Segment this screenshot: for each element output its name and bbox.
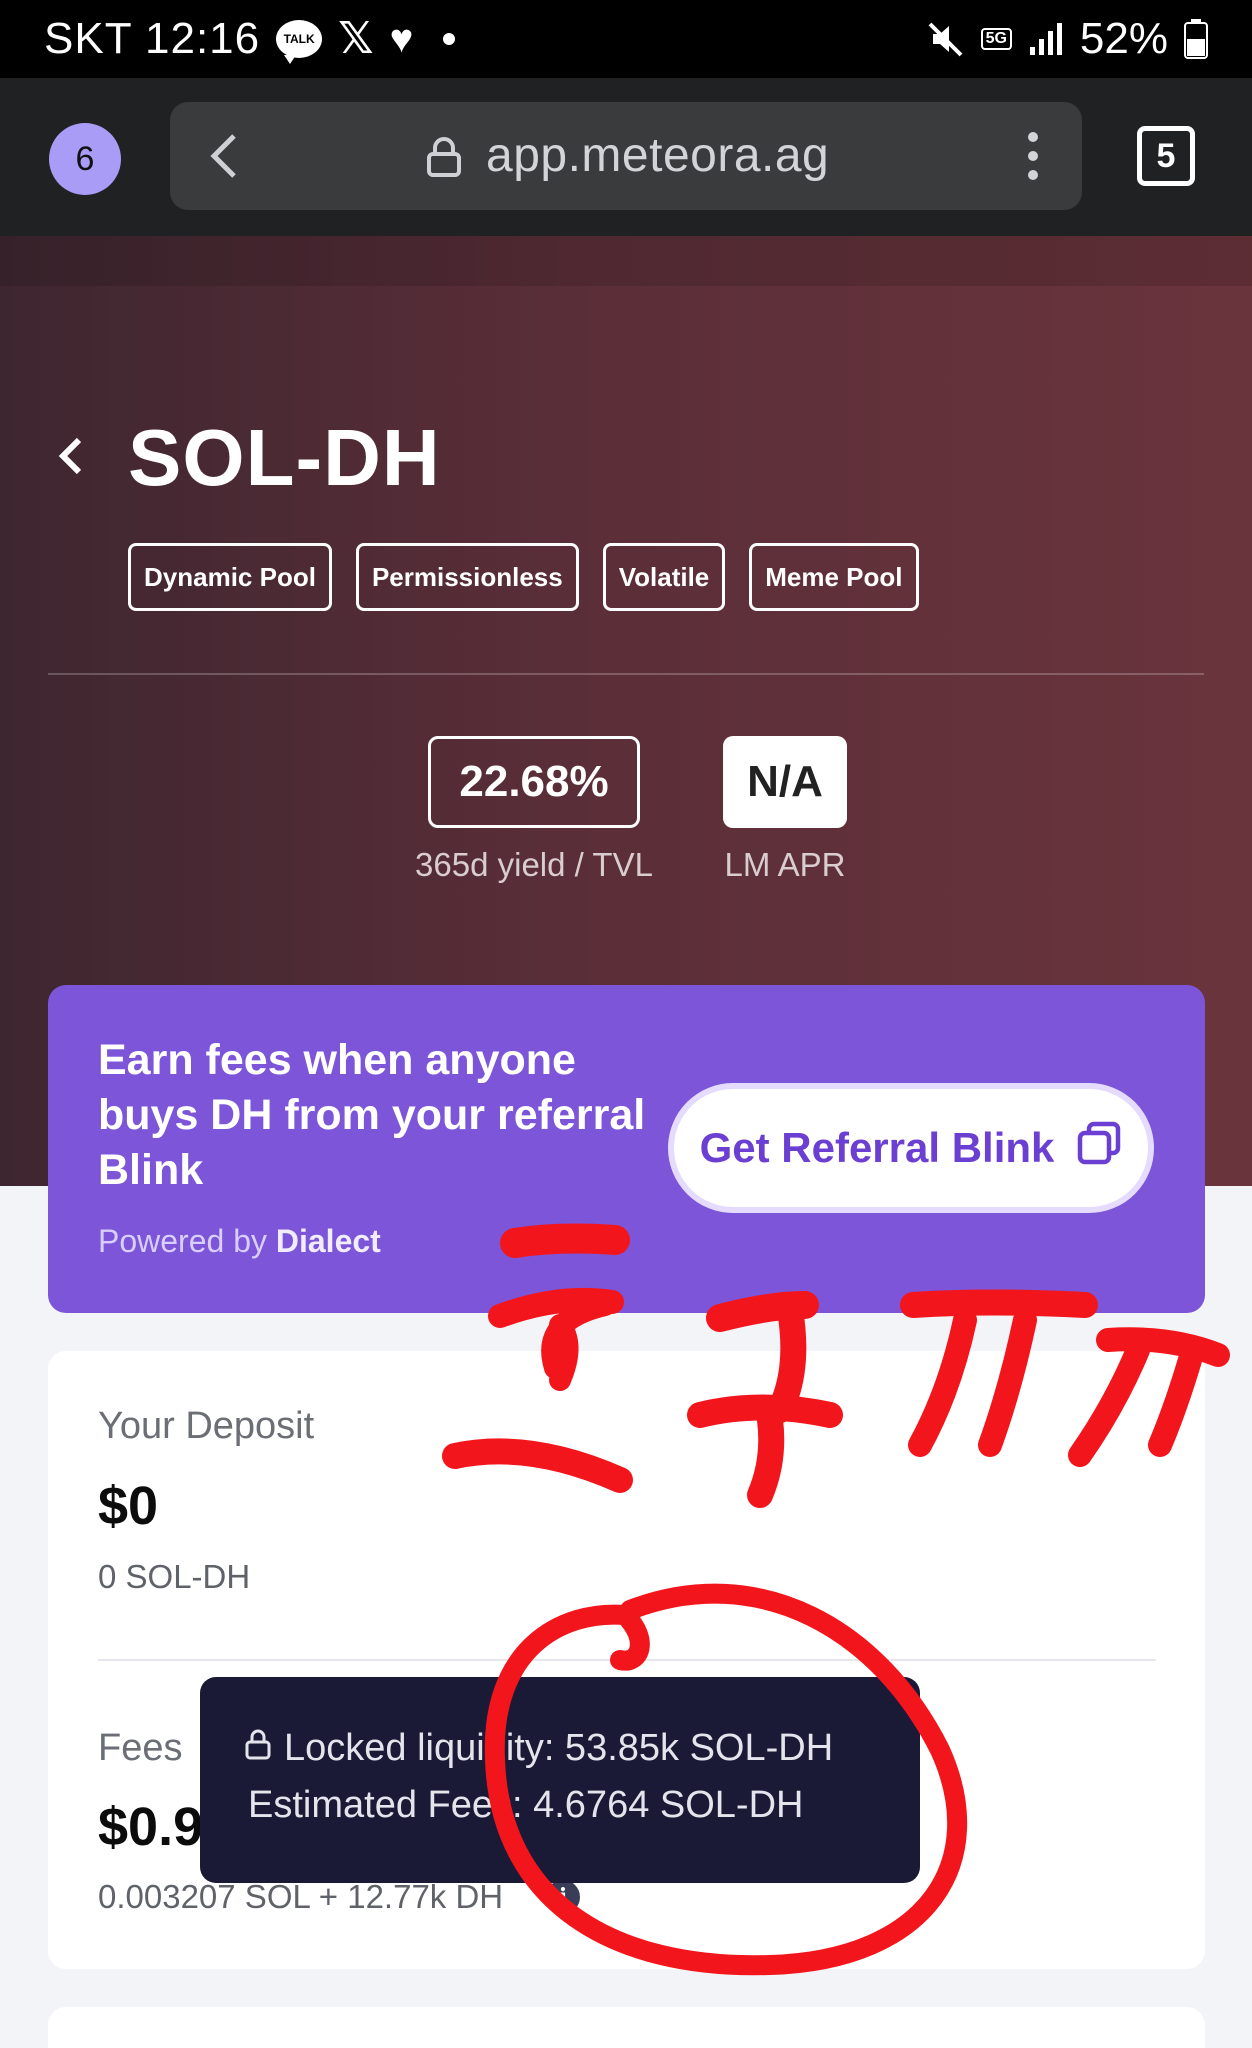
info-icon[interactable]: i xyxy=(546,1880,580,1914)
carrier-label: SKT xyxy=(44,14,132,63)
url-text: app.meteora.ag xyxy=(486,129,830,182)
back-chevron-icon[interactable] xyxy=(55,432,85,485)
profile-avatar[interactable]: 6 xyxy=(49,123,121,195)
lm-apr-label: LM APR xyxy=(724,846,846,883)
fees-label: Fees xyxy=(98,1727,183,1769)
clock: 12:16 xyxy=(145,14,261,63)
tag-dynamic-pool: Dynamic Pool xyxy=(128,543,332,611)
lm-apr-value: N/A xyxy=(723,736,847,828)
browser-toolbar: 6 app.meteora.ag 5 xyxy=(0,78,1252,236)
referral-button-label: Get Referral Blink xyxy=(699,1124,1055,1171)
page-title: SOL-DH xyxy=(128,413,441,502)
tag-meme-pool: Meme Pool xyxy=(749,543,919,611)
get-referral-blink-button[interactable]: Get Referral Blink xyxy=(668,1083,1154,1213)
lock-icon xyxy=(244,1727,272,1770)
battery-percent: 52% xyxy=(1079,14,1168,63)
referral-text: Earn fees when anyone buys DH from your … xyxy=(98,1036,646,1194)
lm-apr-stat: N/A LM APR xyxy=(714,736,856,884)
referral-card: Earn fees when anyone buys DH from your … xyxy=(48,985,1205,1313)
powered-by-brand[interactable]: Dialect xyxy=(276,1223,381,1259)
talk-icon-label: TALK xyxy=(283,32,315,46)
powered-by: Powered by Dialect xyxy=(98,1223,381,1260)
estimated-fees-text: Estimated Fees: 4.6764 SOL-DH xyxy=(248,1784,804,1826)
carrier-time: SKT 12:16 xyxy=(44,14,260,64)
next-card xyxy=(48,2007,1205,2048)
tag-volatile: Volatile xyxy=(602,543,726,611)
fees-breakdown: 0.003207 SOL + 12.77k DH xyxy=(98,1878,504,1915)
lock-icon xyxy=(426,136,462,183)
locked-liquidity-text: Locked liquidity: 53.85k SOL-DH xyxy=(284,1727,834,1769)
pool-tags: Dynamic Pool Permissionless Volatile Mem… xyxy=(128,543,919,611)
status-bar: SKT 12:16 TALK 𝕏 ♥ 5G 52% xyxy=(0,0,1252,78)
fees-value: $0.9 xyxy=(98,1797,204,1857)
more-vertical-icon[interactable] xyxy=(1028,132,1038,180)
yield-value: 22.68% xyxy=(428,736,640,828)
deposit-value: $0 xyxy=(98,1476,159,1536)
divider xyxy=(48,673,1204,675)
yield-stat: 22.68% 365d yield / TVL xyxy=(406,736,662,884)
x-app-icon: 𝕏 xyxy=(338,14,374,63)
copy-icon xyxy=(1076,1120,1122,1176)
chevron-left-icon[interactable] xyxy=(208,132,238,185)
notification-dot-icon xyxy=(443,33,456,45)
yield-label: 365d yield / TVL xyxy=(415,846,653,883)
network-5g-icon: 5G xyxy=(980,28,1012,50)
address-bar[interactable]: app.meteora.ag xyxy=(170,102,1082,210)
signal-icon xyxy=(1028,21,1064,57)
heart-icon: ♥ xyxy=(389,17,414,61)
kakaotalk-icon: TALK xyxy=(276,20,323,64)
divider xyxy=(98,1659,1156,1661)
mute-icon xyxy=(925,19,965,59)
tooltip-line-locked: Locked liquidity: 53.85k SOL-DH xyxy=(244,1727,833,1770)
tab-switcher-button[interactable]: 5 xyxy=(1137,126,1195,186)
deposit-label: Your Deposit xyxy=(98,1405,315,1447)
powered-by-prefix: Powered by xyxy=(98,1223,267,1259)
locked-liquidity-tooltip: Locked liquidity: 53.85k SOL-DH Estimate… xyxy=(200,1677,920,1883)
battery-icon xyxy=(1184,19,1208,59)
deposit-amount: 0 SOL-DH xyxy=(98,1558,251,1595)
tag-permissionless: Permissionless xyxy=(355,543,579,611)
